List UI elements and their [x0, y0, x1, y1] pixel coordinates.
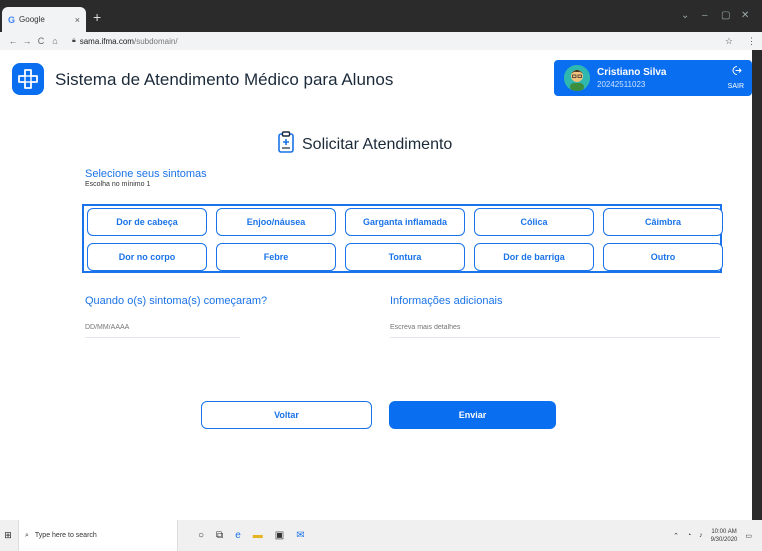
home-icon[interactable]: ⌂	[48, 36, 62, 46]
notification-icon[interactable]: ▭	[745, 532, 752, 540]
symptom-muscle-cramp-button[interactable]: Câimbra	[603, 208, 723, 236]
minimize-icon[interactable]: –	[702, 10, 708, 21]
url-host: sama.ifma.com	[79, 36, 134, 46]
taskbar-search-field[interactable]: ⌕ Type here to search	[18, 520, 178, 551]
clipboard-icon	[276, 130, 296, 159]
symptom-start-date-input[interactable]	[85, 318, 240, 338]
maximize-icon[interactable]: ▢	[721, 10, 730, 21]
user-id: 20242511023	[597, 80, 646, 89]
symptom-dizziness-button[interactable]: Tontura	[345, 243, 465, 271]
additional-info-input[interactable]	[390, 318, 720, 338]
section-title: Solicitar Atendimento	[276, 130, 452, 159]
new-tab-button[interactable]: +	[93, 10, 101, 24]
symptom-other-button[interactable]: Outro	[603, 243, 723, 271]
cortana-icon[interactable]: ○	[198, 530, 204, 541]
browser-tab-bar: G Google × + ⌄ – ▢ ✕	[0, 0, 762, 32]
symptom-sore-throat-button[interactable]: Garganta inflamada	[345, 208, 465, 236]
tab-close-icon[interactable]: ×	[75, 15, 80, 25]
google-icon: G	[8, 14, 16, 25]
symptom-nausea-button[interactable]: Enjoo/náusea	[216, 208, 336, 236]
additional-info-label: Informações adicionais	[390, 295, 503, 307]
user-name: Cristiano Silva	[597, 67, 667, 78]
tab-title: Google	[19, 15, 45, 24]
form-title: Solicitar Atendimento	[302, 135, 453, 153]
symptoms-selector: Dor de cabeça Enjoo/náusea Garganta infl…	[82, 204, 723, 273]
avatar	[564, 65, 590, 91]
url-field[interactable]: 🔒︎ sama.ifma.com/subdomain/	[72, 37, 178, 46]
browser-menu-icon[interactable]: ⋮	[747, 36, 756, 47]
clock-time: 10:00 AM	[711, 528, 737, 535]
back-icon[interactable]: ←	[6, 36, 20, 46]
close-window-icon[interactable]: ✕	[741, 10, 749, 21]
tab-search-icon[interactable]: ⌄	[681, 10, 689, 21]
address-bar: ← → C ⌂ 🔒︎ sama.ifma.com/subdomain/ ☆ ⋮	[0, 32, 762, 50]
volume-icon[interactable]: ♪	[699, 532, 703, 539]
back-button[interactable]: Voltar	[201, 401, 372, 429]
clock-date: 9/30/2020	[710, 536, 738, 543]
scrollbar[interactable]	[752, 50, 762, 520]
symptom-fever-button[interactable]: Febre	[216, 243, 336, 271]
app-logo-icon	[12, 63, 44, 95]
app-title: Sistema de Atendimento Médico para Aluno…	[55, 70, 394, 89]
page: Sistema de Atendimento Médico para Aluno…	[0, 50, 752, 520]
symptoms-hint: Escolha no mínimo 1	[85, 181, 151, 188]
mail-icon[interactable]: ✉	[296, 530, 304, 541]
url-path: /subdomain/	[133, 36, 178, 46]
forward-icon[interactable]: →	[20, 36, 34, 46]
symptom-stomach-ache-button[interactable]: Dor de barriga	[474, 243, 594, 271]
reload-icon[interactable]: C	[34, 36, 48, 46]
browser-tab[interactable]: G Google ×	[2, 7, 86, 32]
task-view-icon[interactable]: ⧉	[216, 530, 223, 541]
bookmark-star-icon[interactable]: ☆	[725, 36, 733, 47]
taskbar: ⊞ ⌕ Type here to search ○ ⧉ e ▬ ▣ ✉ ⌃ ◔ …	[0, 520, 762, 551]
file-explorer-icon[interactable]: ▬	[253, 530, 263, 541]
windows-start-icon[interactable]: ⊞	[0, 530, 16, 541]
logout-button[interactable]: SAIR	[728, 83, 744, 90]
symptom-start-label: Quando o(s) sintoma(s) começaram?	[85, 295, 268, 307]
send-button[interactable]: Enviar	[389, 401, 556, 429]
user-card: Cristiano Silva 20242511023 SAIR	[554, 60, 752, 96]
system-clock[interactable]: 10:00 AM 9/30/2020	[711, 528, 738, 544]
taskbar-search-placeholder: Type here to search	[34, 532, 97, 539]
search-icon: ⌕	[25, 531, 29, 539]
symptom-cramp-button[interactable]: Cólica	[474, 208, 594, 236]
tray-chevron-icon[interactable]: ⌃	[673, 532, 679, 540]
network-icon[interactable]: ◔	[687, 532, 691, 539]
edge-icon[interactable]: e	[235, 530, 241, 541]
lock-icon: 🔒︎	[72, 37, 76, 44]
logout-icon[interactable]	[731, 65, 742, 79]
symptom-body-ache-button[interactable]: Dor no corpo	[87, 243, 207, 271]
symptom-headache-button[interactable]: Dor de cabeça	[87, 208, 207, 236]
store-icon[interactable]: ▣	[275, 530, 284, 541]
symptoms-heading: Selecione seus sintomas	[85, 168, 207, 180]
